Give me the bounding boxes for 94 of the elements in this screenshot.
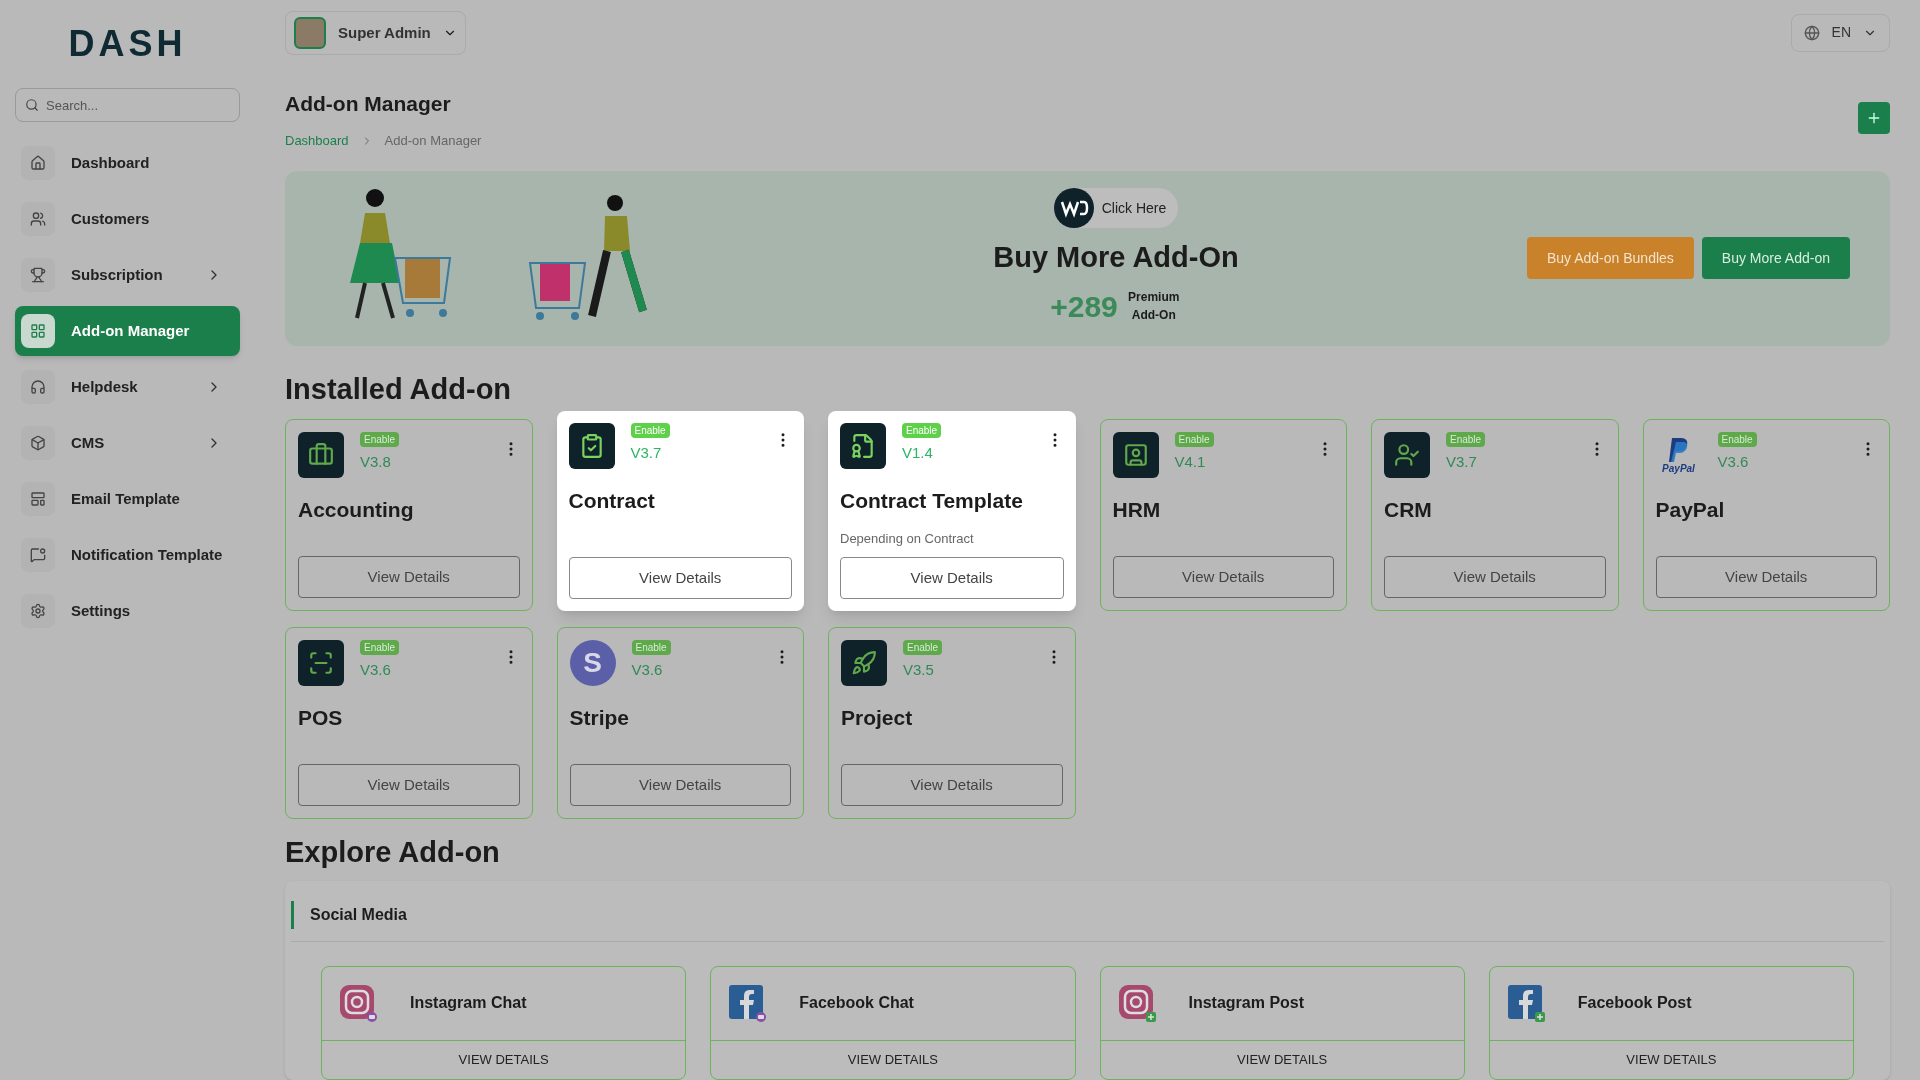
version-label: V3.8	[360, 452, 391, 473]
settings-icon	[21, 594, 55, 628]
users-icon	[21, 202, 55, 236]
addon-name: POS	[298, 705, 344, 732]
search-icon	[25, 98, 39, 112]
notification-icon	[21, 538, 55, 572]
user-check-icon	[1384, 432, 1430, 479]
view-details-button[interactable]: View Details	[840, 557, 1064, 600]
status-badge: Enable	[630, 423, 670, 439]
document-icon	[840, 423, 886, 470]
wd-logo-icon	[1053, 188, 1094, 229]
status-badge: Enable	[903, 640, 943, 656]
sidebar-item[interactable]: Helpdesk	[15, 362, 240, 412]
view-details-button[interactable]: VIEW DETAILS	[1100, 1041, 1464, 1079]
count-label: Premium Add-On	[1127, 289, 1181, 325]
view-details-button[interactable]: View Details	[1112, 556, 1334, 599]
user-icon	[1112, 432, 1159, 479]
view-details-button[interactable]: VIEW DETAILS	[1489, 1041, 1853, 1079]
section-title: Explore Add-on	[285, 835, 501, 871]
addon-name: Instagram Post	[1188, 993, 1305, 1014]
addon-name: Project	[841, 705, 914, 732]
page-title: Add-on Manager	[285, 90, 452, 117]
view-details-button[interactable]: View Details	[841, 764, 1063, 807]
version-label: V3.5	[903, 660, 934, 681]
version-label: V3.7	[630, 443, 662, 464]
sidebar-item[interactable]: Customers	[15, 194, 240, 244]
rocket-icon	[841, 640, 887, 687]
status-badge: Enable	[631, 640, 671, 656]
version-label: V3.7	[1446, 452, 1477, 473]
version-label: V1.4	[902, 443, 933, 464]
status-badge: Enable	[360, 432, 400, 448]
buy-more-button[interactable]: Buy More Add-on	[1701, 237, 1850, 280]
addon-name: Facebook Chat	[799, 993, 914, 1014]
paypal-logo: PayPal	[1655, 432, 1702, 479]
sidebar-item[interactable]: Subscription	[15, 250, 240, 300]
addon-name: Stripe	[569, 705, 630, 732]
view-details-button[interactable]: View Details	[298, 764, 520, 807]
briefcase-icon	[298, 432, 344, 479]
facebook-icon	[1505, 983, 1546, 1024]
addon-name: PayPal	[1655, 497, 1726, 524]
version-label: V3.6	[360, 660, 391, 681]
view-details-button[interactable]: VIEW DETAILS	[711, 1041, 1075, 1079]
trophy-icon	[21, 258, 55, 292]
grid-icon	[21, 314, 55, 348]
view-details-button[interactable]: View Details	[569, 764, 791, 807]
stripe-logo: S	[569, 640, 616, 687]
version-label: V3.6	[1717, 452, 1749, 473]
sidebar-item[interactable]: Notification Template	[15, 530, 240, 580]
headphones-icon	[21, 370, 55, 404]
category-title: Social Media	[310, 905, 407, 925]
banner-title: Buy More Add-On	[993, 240, 1239, 276]
version-label: V3.6	[631, 660, 663, 681]
view-details-button[interactable]: View Details	[1384, 556, 1606, 599]
view-details-button[interactable]: View Details	[298, 556, 520, 599]
facebook-icon	[727, 983, 768, 1024]
search-field[interactable]: Search...	[15, 88, 240, 122]
status-badge: Enable	[360, 640, 400, 656]
sidebar-item[interactable]: Dashboard	[15, 138, 240, 188]
dash-logo: DASH	[68, 22, 187, 66]
addon-name: Facebook Post	[1577, 993, 1692, 1014]
addon-name: Contract Template	[840, 488, 1024, 515]
addon-note: Depending on Contract	[840, 530, 975, 548]
addon-name: Contract	[568, 488, 656, 515]
sidebar-item[interactable]: Settings	[15, 586, 240, 636]
view-details-button[interactable]: View Details	[568, 557, 792, 600]
addon-count: +289	[1050, 288, 1118, 325]
status-badge: Enable	[1174, 432, 1214, 448]
user-menu[interactable]: Super Admin	[285, 10, 466, 55]
sidebar-item[interactable]: Email Template	[15, 474, 240, 524]
globe-icon	[1803, 24, 1820, 41]
addon-name: CRM	[1384, 497, 1433, 524]
section-title: Installed Add-on	[285, 372, 513, 407]
sidebar-item[interactable]: Add-on Manager	[15, 306, 240, 356]
status-badge: Enable	[1717, 432, 1757, 448]
view-details-button[interactable]: View Details	[1655, 556, 1877, 599]
click-here-link[interactable]: Click Here	[1053, 188, 1179, 229]
instagram-icon	[1116, 983, 1157, 1024]
addon-name: Accounting	[298, 497, 415, 524]
breadcrumb-item: Add-on Manager	[384, 132, 482, 151]
language-selector[interactable]: EN	[1790, 13, 1890, 52]
instagram-icon	[338, 983, 378, 1024]
status-badge: Enable	[1446, 432, 1486, 448]
home-icon	[21, 146, 55, 180]
scan-icon	[298, 640, 344, 687]
template-icon	[21, 482, 55, 516]
cube-icon	[21, 426, 55, 460]
view-details-button[interactable]: VIEW DETAILS	[322, 1041, 686, 1079]
addon-name: Instagram Chat	[410, 993, 527, 1014]
sidebar-item[interactable]: CMS	[15, 418, 240, 468]
clipboard-check-icon	[568, 423, 615, 470]
status-badge: Enable	[902, 423, 942, 439]
addon-name: HRM	[1112, 497, 1162, 524]
add-button[interactable]	[1858, 101, 1890, 134]
version-label: V4.1	[1174, 452, 1206, 473]
